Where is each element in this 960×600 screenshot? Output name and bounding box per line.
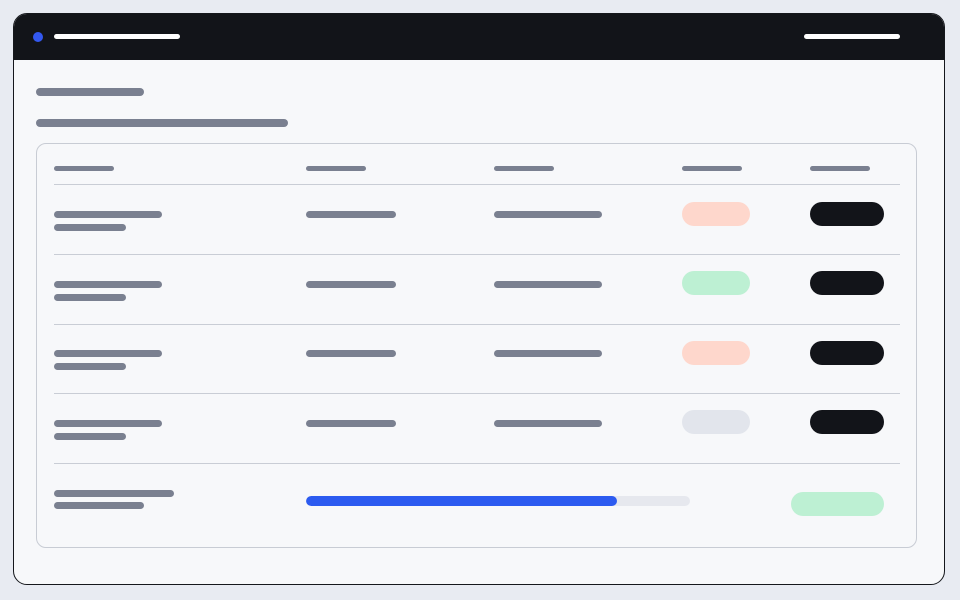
status-badge [682, 202, 750, 226]
status-badge [682, 410, 750, 434]
row-primary-text [54, 211, 162, 218]
row-cell-text [494, 211, 602, 218]
row-cell-text [306, 211, 396, 218]
row-divider [54, 184, 900, 185]
row-primary-text [54, 281, 162, 288]
row-action-button[interactable] [810, 202, 884, 226]
row-primary-text [54, 420, 162, 427]
row-cell-text [494, 281, 602, 288]
row-divider [54, 463, 900, 464]
status-badge [682, 341, 750, 365]
row-secondary-text [54, 294, 126, 301]
row-divider [54, 393, 900, 394]
page-subtitle-placeholder [36, 119, 288, 127]
window-indicator-dot [33, 32, 43, 42]
row-secondary-text [54, 363, 126, 370]
column-header [682, 166, 742, 171]
status-badge [682, 271, 750, 295]
row-divider [54, 324, 900, 325]
footer-secondary-text [54, 502, 144, 509]
row-cell-text [494, 350, 602, 357]
row-cell-text [306, 420, 396, 427]
footer-primary-text [54, 490, 174, 497]
app-window [13, 13, 945, 585]
row-primary-text [54, 350, 162, 357]
title-bar-action-placeholder[interactable] [804, 34, 900, 39]
row-action-button[interactable] [810, 341, 884, 365]
page-title-placeholder [36, 88, 144, 96]
column-header [494, 166, 554, 171]
row-secondary-text [54, 433, 126, 440]
footer-action-button[interactable] [791, 492, 884, 516]
window-title-placeholder [54, 34, 180, 39]
row-divider [54, 254, 900, 255]
row-action-button[interactable] [810, 410, 884, 434]
data-table [36, 143, 917, 548]
progress-bar-fill [306, 496, 618, 506]
column-header [306, 166, 366, 171]
row-cell-text [494, 420, 602, 427]
row-cell-text [306, 350, 396, 357]
title-bar [14, 14, 944, 60]
row-cell-text [306, 281, 396, 288]
row-secondary-text [54, 224, 126, 231]
progress-bar [306, 496, 690, 506]
column-header [810, 166, 870, 171]
row-action-button[interactable] [810, 271, 884, 295]
column-header [54, 166, 114, 171]
